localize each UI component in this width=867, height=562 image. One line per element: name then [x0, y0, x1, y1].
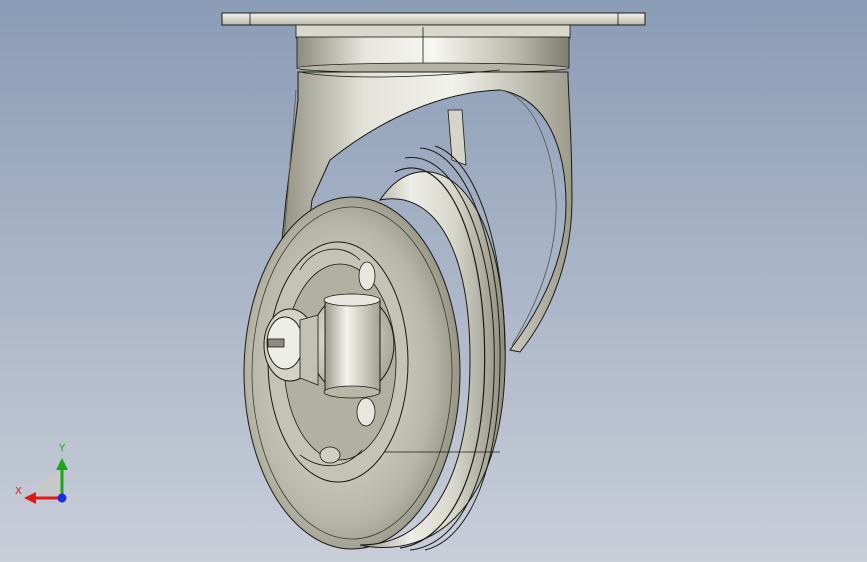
- caster-wheel-model[interactable]: [0, 0, 867, 562]
- mounting-plate[interactable]: [221, 12, 646, 26]
- graphics-viewport[interactable]: Y X: [0, 0, 867, 562]
- swivel-bearing[interactable]: [295, 24, 571, 74]
